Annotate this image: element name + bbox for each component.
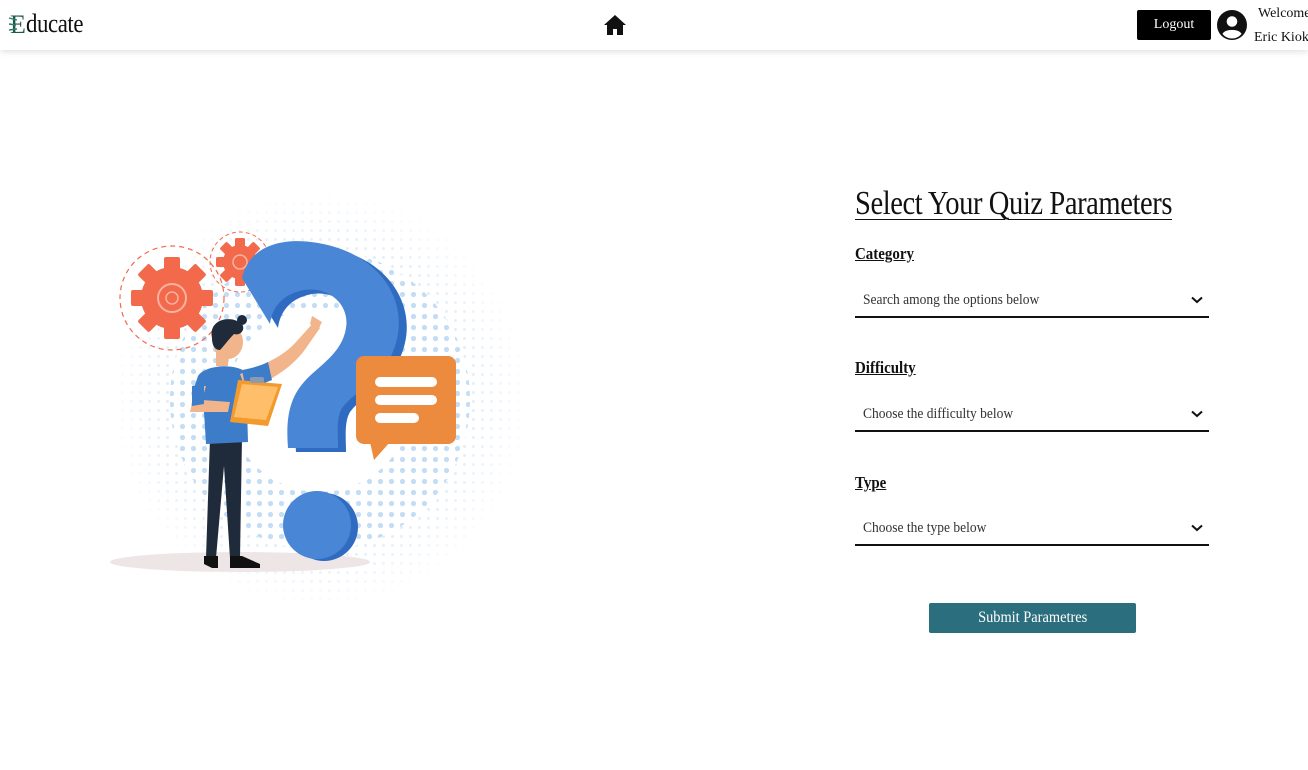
chevron-down-icon [1191,524,1203,532]
user-name: Eric Kioko [1254,30,1308,45]
logout-button[interactable]: Logout [1137,10,1211,40]
difficulty-select-value: Choose the difficulty below [863,405,1014,422]
difficulty-select[interactable]: Choose the difficulty below [855,398,1209,432]
chevron-down-icon [1191,410,1203,418]
type-select[interactable]: Choose the type below [855,512,1209,546]
chevron-down-icon [1191,296,1203,304]
logo[interactable]: E ducate [8,9,91,39]
welcome-label: Welcome [1258,6,1308,21]
type-select-value: Choose the type below [863,519,987,536]
user-circle-icon[interactable] [1216,9,1248,41]
logo-e-icon: E [8,10,26,38]
top-navbar: E ducate Logout Welcome Eric Kioko [0,0,1308,50]
form-title: Select Your Quiz Parameters [855,185,1173,222]
type-label: Type [855,473,887,492]
difficulty-label: Difficulty [855,358,916,377]
category-label: Category [855,244,914,263]
category-select-value: Search among the options below [863,291,1040,308]
submit-button-label: Submit Parametres [977,609,1088,626]
category-select[interactable]: Search among the options below [855,284,1209,318]
quiz-illustration [100,190,540,630]
welcome-message: Welcome Eric Kioko [1254,2,1308,50]
logo-text: ducate [26,9,84,38]
submit-parameters-button[interactable]: Submit Parametres [929,603,1136,633]
home-icon[interactable] [603,14,627,36]
quiz-parameters-form: Select Your Quiz Parameters Category Sea… [855,180,1211,633]
